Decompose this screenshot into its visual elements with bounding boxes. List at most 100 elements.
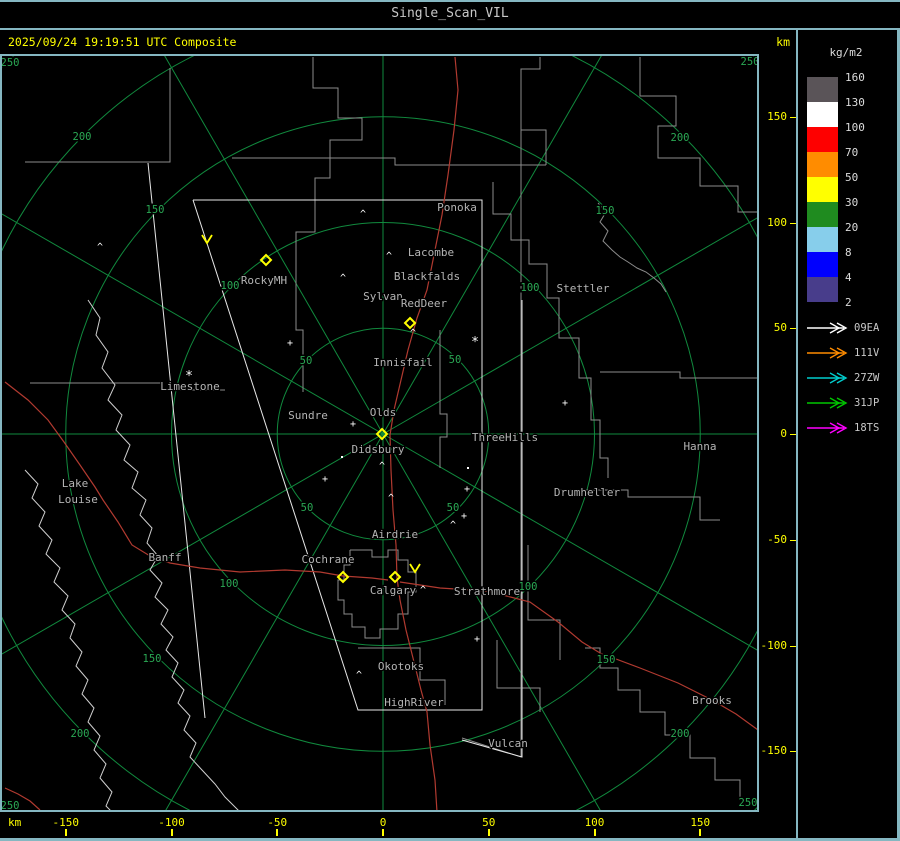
radar-legend-row: 09EA (798, 321, 897, 335)
radar-map[interactable]: 50 50 50 50 100 100 100 100 150 150 150 150 200 200 20… (0, 54, 759, 812)
range-ring-label: 100 (521, 282, 540, 294)
town-marker: ^ (360, 209, 366, 220)
title-separator (0, 28, 900, 30)
y-axis-tick-label: 0 (780, 427, 787, 440)
radial-line (382, 56, 602, 435)
county-boundary-line (600, 371, 757, 379)
town-marker: * (185, 369, 193, 384)
app-window: Single_Scan_VIL 2025/09/24 19:19:51 UTC … (0, 0, 900, 841)
title-bar: Single_Scan_VIL (0, 2, 900, 28)
x-axis-tick-label: 100 (584, 816, 605, 829)
range-ring (2, 56, 757, 810)
x-axis-tick (276, 829, 279, 836)
radar-map-canvas: 50 50 50 50 100 100 100 100 150 150 150 150 200 200 20… (2, 56, 757, 810)
radar-site-diamond-icon (388, 570, 402, 584)
x-axis-tick (699, 829, 702, 836)
town-marker: ^ (386, 251, 392, 262)
town-marker: ^ (388, 493, 394, 504)
city-label: Blackfalds (394, 270, 460, 283)
city-label: Ponoka (437, 201, 477, 214)
radar-id-label: 111V (854, 347, 880, 359)
county-boundary-line (232, 157, 546, 166)
colorbar-value-label: 4 (845, 271, 852, 284)
range-ring-label: 50 (301, 502, 314, 514)
x-axis-tick-label: -50 (267, 816, 288, 829)
radar-id-label: 18TS (854, 422, 880, 434)
provincial-border-line (24, 469, 113, 810)
colorbar-swatch (807, 152, 838, 177)
radial-lines (2, 56, 757, 810)
x-axis-unit-label: km (8, 816, 22, 829)
colorbar-swatch (807, 277, 838, 302)
coverage-outline (147, 162, 523, 758)
y-axis-tick-label: 100 (767, 215, 787, 229)
colorbar-value-label: 30 (845, 196, 859, 209)
colorbar-value-label: 50 (845, 171, 859, 184)
range-ring-label: 200 (671, 132, 690, 144)
colorbar-swatch (807, 102, 838, 127)
range-ring-label: 100 (221, 280, 240, 292)
city-label: Stettler (557, 282, 610, 295)
town-marker: ^ (356, 670, 362, 681)
range-ring-label: 200 (73, 131, 92, 143)
range-ring-label: 100 (220, 578, 239, 590)
radar-id-label: 09EA (854, 322, 880, 334)
city-label: Drumheller (554, 486, 621, 499)
radar-arrow-icon (807, 422, 848, 434)
radar-legend-row: 31JP (798, 396, 897, 410)
y-axis-tick-label: 50 (773, 321, 787, 335)
city-label: HighRiver (384, 696, 444, 709)
city-label: Okotoks (378, 660, 424, 673)
radial-line (165, 433, 384, 810)
range-ring-label: 150 (596, 205, 615, 217)
x-axis-tick (170, 829, 173, 836)
range-ring-label: 200 (71, 728, 90, 740)
town-marker: + (474, 634, 480, 645)
colorbar-swatch (807, 77, 838, 102)
town-marker: + (350, 419, 356, 430)
range-ring-label: 50 (449, 354, 462, 366)
county-boundary-line (520, 57, 547, 165)
colorbar-swatch (807, 202, 838, 227)
radar-legend-row: 111V (798, 346, 897, 360)
radial-line (164, 56, 384, 435)
range-ring-label: 250 (741, 56, 757, 68)
x-axis-tick-label: -100 (158, 816, 185, 829)
city-label: Banff (148, 551, 181, 564)
range-rings (2, 56, 757, 810)
city-label: Cochrane (302, 553, 355, 566)
x-axis-tick-label: 150 (690, 816, 711, 829)
city-label: Lake (62, 477, 89, 490)
radar-legend-row: 27ZW (798, 371, 897, 385)
range-ring-label: 50 (300, 355, 313, 367)
town-marker: ^ (450, 520, 456, 531)
town-marker: + (562, 398, 568, 409)
y-axis-tick-label: -50 (767, 532, 787, 546)
city-label: Hanna (683, 440, 716, 453)
city-label: Louise (58, 493, 98, 506)
x-axis-tick (487, 829, 490, 836)
radial-line (2, 213, 384, 435)
colorbar-swatch (807, 252, 838, 277)
colorbar-value-label: 100 (845, 121, 865, 134)
colorbar-swatch (807, 127, 838, 152)
city-label: Olds (370, 406, 397, 419)
range-ring (2, 56, 757, 810)
sidebar: kg/m2 160 130 100 70 50 30 20 8 4 2 09EA 111V 27ZW 3… (798, 30, 897, 838)
scan-timestamp: 2025/09/24 19:19:51 UTC Composite (8, 35, 237, 49)
colorbar-value-label: 70 (845, 146, 859, 159)
window-title: Single_Scan_VIL (391, 6, 509, 21)
x-axis: km -150 -100 -50 0 50 100 150 (0, 812, 797, 839)
colorbar-value-label: 20 (845, 221, 859, 234)
county-boundary-line (496, 640, 541, 712)
city-labels: Ponoka Lacombe Blackfalds SylvanRedDeer Inni… (57, 200, 733, 752)
range-ring-label: 150 (143, 653, 162, 665)
colorbar-value-label: 2 (845, 296, 852, 309)
town-marker: + (322, 474, 328, 485)
town-marker: + (464, 484, 470, 495)
city-label: Didsbury (352, 443, 405, 456)
y-axis-unit-label: km (776, 35, 790, 49)
town-marker: ^ (340, 273, 346, 284)
colorbar-value-label: 160 (845, 71, 865, 84)
x-axis-tick (382, 829, 384, 836)
